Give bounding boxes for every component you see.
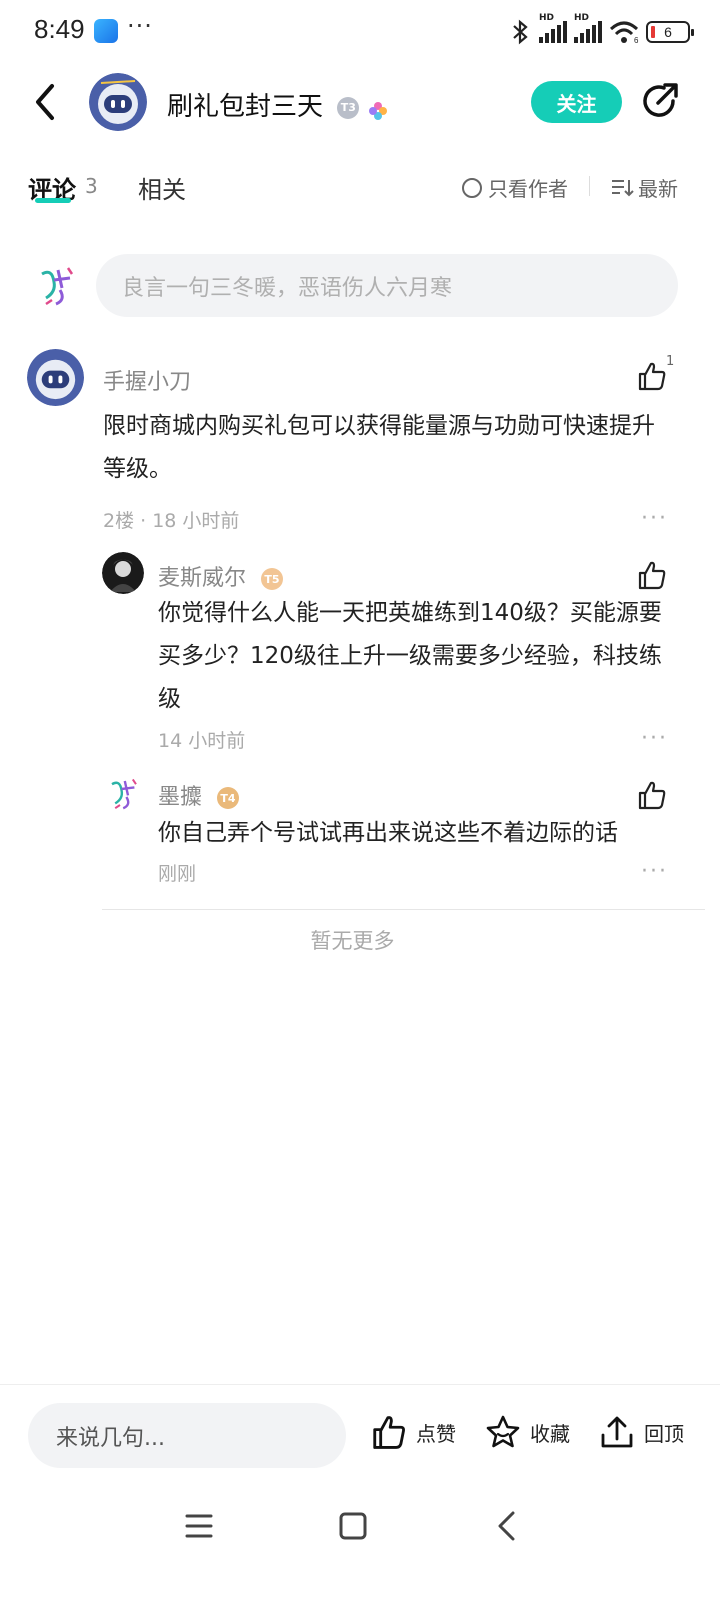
- like-icon[interactable]: [636, 779, 668, 811]
- follow-button[interactable]: 关注: [531, 81, 622, 123]
- bottom-bar-divider: [0, 1384, 720, 1385]
- star-icon: [486, 1415, 520, 1448]
- like-icon[interactable]: [636, 360, 668, 392]
- more-options-icon[interactable]: ···: [641, 726, 668, 751]
- home-icon[interactable]: [335, 1508, 371, 1544]
- level-badge: T4: [217, 787, 240, 809]
- reply-text: 你觉得什么人能一天把英雄练到140级？买能源要买多少？120级往上升一级需要多少…: [158, 600, 662, 712]
- upload-arrow-icon: [601, 1416, 633, 1448]
- back-arrow-icon[interactable]: [30, 80, 62, 124]
- no-more-label: 暂无更多: [310, 929, 395, 953]
- author-only-label: 只看作者: [488, 177, 568, 201]
- battery-icon: 6: [646, 21, 694, 43]
- more-options-icon[interactable]: ···: [641, 859, 668, 884]
- reply-author-name[interactable]: 墨攗 T4: [158, 779, 240, 811]
- divider: [102, 909, 705, 910]
- reply-meta: 刚刚: [158, 863, 197, 885]
- level-badge: T3: [337, 96, 360, 119]
- reply-author-text: 麦斯威尔: [158, 566, 247, 591]
- post-author-name[interactable]: 刷礼包封三天 T3: [167, 86, 388, 123]
- level-badge: T5: [261, 568, 284, 590]
- back-icon[interactable]: [489, 1508, 525, 1544]
- reply-avatar[interactable]: [102, 552, 144, 594]
- status-icons: HD HD 6 6: [510, 13, 694, 50]
- commenter-avatar[interactable]: [27, 349, 84, 406]
- comment-meta: 2楼 · 18 小时前: [103, 510, 240, 532]
- back-to-top-button[interactable]: 回顶: [598, 1413, 684, 1451]
- comment-input[interactable]: 良言一句三冬暖，恶语伤人六月寒: [96, 254, 678, 317]
- sort-button[interactable]: 最新: [610, 173, 678, 202]
- author-only-toggle[interactable]: 只看作者: [462, 173, 568, 202]
- reply-meta: 14 小时前: [158, 730, 246, 752]
- reply-author-text: 墨攗: [158, 785, 203, 810]
- reply-avatar[interactable]: [104, 773, 144, 813]
- reply-author-name[interactable]: 麦斯威尔 T5: [158, 560, 284, 592]
- share-icon[interactable]: [640, 81, 680, 121]
- filter-divider: [589, 176, 590, 196]
- app-notification-icon: [94, 19, 118, 43]
- my-avatar: [32, 260, 82, 310]
- svg-text:6: 6: [634, 36, 639, 44]
- commenter-name[interactable]: 手握小刀: [103, 364, 191, 396]
- comment-count: 3: [85, 174, 98, 198]
- like-icon[interactable]: [636, 559, 668, 591]
- status-time: 8:49: [34, 14, 85, 44]
- more-notifications-icon: ···: [127, 12, 153, 40]
- author-avatar[interactable]: [89, 73, 147, 131]
- signal-2-icon: HD: [574, 13, 602, 43]
- comment-text: 限时商城内购买礼包可以获得能量源与功勋可快速提升等级。: [103, 413, 655, 482]
- flower-badge-icon: [368, 98, 388, 120]
- like-label: 点赞: [416, 1421, 456, 1446]
- bottom-comment-input[interactable]: 来说几句...: [28, 1403, 346, 1468]
- favorite-label: 收藏: [530, 1421, 570, 1446]
- sort-icon: [612, 179, 634, 196]
- thumbs-up-icon: [373, 1416, 405, 1449]
- back-to-top-label: 回顶: [644, 1421, 684, 1446]
- more-options-icon[interactable]: ···: [641, 506, 668, 531]
- reply-text: 你自己弄个号试试再出来说这些不着边际的话: [158, 820, 618, 846]
- bluetooth-icon: [513, 19, 528, 45]
- signal-1-icon: HD: [539, 13, 567, 43]
- sort-label: 最新: [638, 177, 678, 201]
- active-tab-indicator: [35, 198, 71, 203]
- post-author-text: 刷礼包封三天: [167, 92, 324, 122]
- like-button[interactable]: 点赞: [370, 1413, 456, 1451]
- wifi-icon: 6: [609, 21, 639, 44]
- favorite-button[interactable]: 收藏: [484, 1413, 570, 1451]
- radio-circle-icon: [462, 177, 482, 198]
- like-count: 1: [666, 354, 675, 369]
- tab-related[interactable]: 相关: [138, 170, 186, 205]
- menu-icon[interactable]: [181, 1508, 217, 1544]
